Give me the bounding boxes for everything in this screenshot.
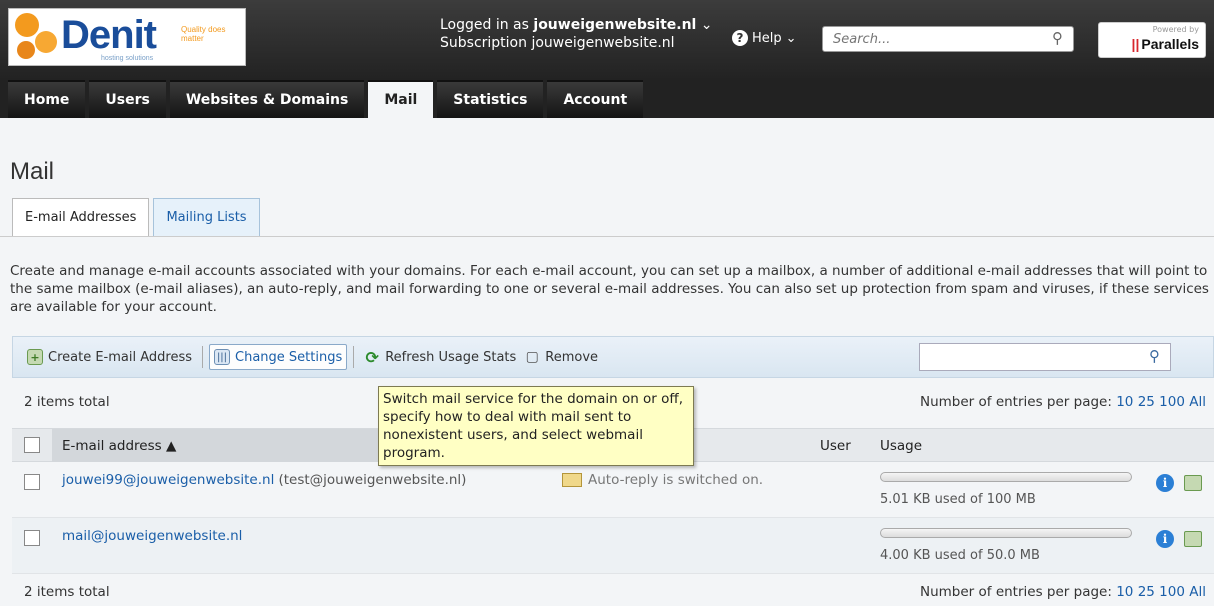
list-search-field[interactable]: ⚲ (919, 343, 1171, 371)
global-search: ⚲ (822, 26, 1074, 52)
nav-tab-mail[interactable]: Mail (368, 80, 434, 118)
remove-button[interactable]: ▢ Remove (520, 344, 602, 370)
help-icon: ? (732, 30, 748, 46)
per-page-100[interactable]: 100 (1159, 394, 1185, 410)
top-header: Denit Quality does matter hosting soluti… (0, 0, 1214, 80)
denit-logo[interactable]: Denit Quality does matter hosting soluti… (8, 8, 246, 66)
trash-icon: ▢ (525, 349, 539, 365)
subscription-prefix: Subscription (440, 35, 527, 51)
parallels-bars-icon: || (1131, 36, 1140, 52)
toolbar-separator (353, 346, 355, 368)
nav-tab-statistics[interactable]: Statistics (437, 80, 544, 118)
per-page-label: Number of entries per page: (920, 394, 1112, 410)
tab-mailing-lists[interactable]: Mailing Lists (153, 198, 260, 236)
usage-text: 5.01 KB used of 100 MB (880, 492, 1036, 507)
usage-text: 4.00 KB used of 50.0 MB (880, 548, 1040, 563)
page-description: Create and manage e-mail accounts associ… (10, 263, 1209, 315)
global-search-input[interactable] (823, 27, 1033, 51)
logo-tagline: Quality does matter (181, 25, 226, 43)
logo-name: Denit (61, 13, 157, 57)
items-total-bottom: 2 items total (24, 584, 110, 600)
nav-tab-users[interactable]: Users (89, 80, 166, 118)
logo-dot (15, 13, 39, 37)
create-mailbox-icon: + (27, 349, 43, 365)
row-checkbox[interactable] (24, 530, 40, 546)
logo-dot (35, 31, 57, 53)
refresh-usage-stats-button[interactable]: ⟳ Refresh Usage Stats (360, 344, 520, 370)
per-page-10[interactable]: 10 (1116, 584, 1133, 600)
email-address-link[interactable]: mail@jouweigenwebsite.nl (62, 528, 242, 544)
change-settings-button[interactable]: ||| Change Settings (209, 344, 348, 370)
entries-per-page-bottom: Number of entries per page: 10 25 100 Al… (920, 584, 1206, 600)
refresh-icon: ⟳ (365, 347, 379, 367)
auto-reply-text: Auto-reply is switched on. (588, 472, 764, 488)
help-menu[interactable]: ? Help ⌄ (732, 30, 797, 46)
entries-per-page-top: Number of entries per page: 10 25 100 Al… (920, 394, 1206, 410)
search-icon[interactable]: ⚲ (1052, 29, 1063, 47)
create-email-address-button[interactable]: + Create E-mail Address (23, 344, 196, 370)
per-page-25[interactable]: 25 (1138, 394, 1155, 410)
info-icon[interactable]: i (1156, 530, 1174, 548)
row-checkbox[interactable] (24, 474, 40, 490)
per-page-label: Number of entries per page: (920, 584, 1112, 600)
per-page-all[interactable]: All (1189, 584, 1206, 600)
nav-tab-account[interactable]: Account (547, 80, 644, 118)
auto-reply-status: Auto-reply is switched on. (562, 472, 763, 488)
logged-in-user-menu[interactable]: jouweigenwebsite.nl (533, 17, 696, 33)
search-icon[interactable]: ⚲ (1149, 347, 1160, 365)
logo-dot (17, 41, 35, 59)
mailbox-icon[interactable] (1184, 475, 1202, 491)
tab-email-addresses[interactable]: E-mail Addresses (12, 198, 150, 236)
nav-tab-websites-domains[interactable]: Websites & Domains (169, 80, 365, 118)
logo-subtitle: hosting solutions (101, 55, 154, 62)
chevron-down-icon: ⌄ (785, 30, 797, 46)
subscription-value[interactable]: jouweigenwebsite.nl (531, 35, 674, 51)
per-page-10[interactable]: 10 (1116, 394, 1133, 410)
items-total-top: 2 items total (24, 394, 110, 410)
change-settings-label: Change Settings (235, 349, 343, 365)
main-nav: Home Users Websites & Domains Mail Stati… (8, 80, 644, 118)
info-icon[interactable]: i (1156, 474, 1174, 492)
sort-ascending-icon: ▲ (165, 438, 177, 454)
per-page-100[interactable]: 100 (1159, 584, 1185, 600)
create-email-label: Create E-mail Address (48, 349, 192, 365)
logged-in-prefix: Logged in as (440, 17, 529, 33)
select-all-checkbox[interactable] (24, 437, 40, 453)
column-email-address[interactable]: E-mail address ▲ (62, 438, 176, 454)
per-page-25[interactable]: 25 (1138, 584, 1155, 600)
column-user[interactable]: User (820, 438, 851, 454)
change-settings-tooltip: Switch mail service for the domain on or… (378, 386, 694, 466)
email-alias: (test@jouweigenwebsite.nl) (278, 472, 467, 488)
column-usage[interactable]: Usage (880, 438, 922, 454)
sub-tabs: E-mail Addresses Mailing Lists (12, 198, 260, 236)
usage-bar (880, 528, 1132, 538)
email-address-link[interactable]: jouwei99@jouweigenwebsite.nl (62, 472, 274, 488)
powered-by-label: Powered by (1152, 25, 1199, 34)
usage-bar (880, 472, 1132, 482)
table-row: mail@jouweigenwebsite.nl 4.00 KB used of… (12, 518, 1214, 574)
mailbox-icon[interactable] (1184, 531, 1202, 547)
login-info: Logged in as jouweigenwebsite.nl ⌄ Subsc… (440, 16, 713, 52)
parallels-name: Parallels (1141, 36, 1199, 52)
refresh-label: Refresh Usage Stats (385, 349, 517, 365)
help-label: Help (752, 30, 782, 46)
table-row: jouwei99@jouweigenwebsite.nl (test@jouwe… (12, 462, 1214, 518)
remove-label: Remove (545, 349, 599, 365)
subtab-divider (0, 236, 1214, 237)
per-page-all[interactable]: All (1189, 394, 1206, 410)
mail-toolbar: + Create E-mail Address ||| Change Setti… (12, 336, 1214, 378)
settings-sliders-icon: ||| (214, 349, 230, 365)
nav-tab-home[interactable]: Home (8, 80, 86, 118)
parallels-badge[interactable]: Powered by || Parallels (1098, 22, 1206, 58)
page-title: Mail (10, 158, 55, 185)
chevron-down-icon[interactable]: ⌄ (701, 17, 713, 33)
toolbar-separator (202, 346, 203, 368)
auto-reply-envelope-icon (562, 473, 582, 487)
